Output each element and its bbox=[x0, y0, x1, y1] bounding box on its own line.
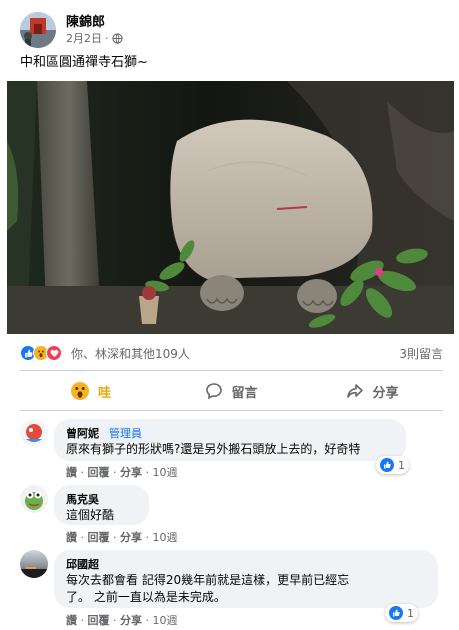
commenter-name[interactable]: 曾阿妮 bbox=[66, 426, 99, 441]
separator: · bbox=[80, 531, 85, 544]
comment-reply-link[interactable]: 回覆 bbox=[88, 531, 110, 544]
post-text: 中和區圓通禪寺石獅~ bbox=[20, 55, 148, 70]
commenter-name[interactable]: 馬克吳 bbox=[66, 492, 99, 507]
comment-icon bbox=[205, 382, 223, 400]
post-actions: 哇 留言 分享 bbox=[20, 373, 443, 409]
comment-like-link[interactable]: 讚 bbox=[66, 466, 77, 479]
separator: · bbox=[80, 466, 85, 479]
comment-share-link[interactable]: 分享 bbox=[120, 466, 142, 479]
post-header: 陳錦郎 2月2日 · bbox=[20, 10, 123, 50]
divider bbox=[20, 410, 443, 411]
comment-actions: 讚 · 回覆 · 分享 · 10週 bbox=[66, 531, 178, 545]
comment-text: 原來有獅子的形狀嗎?還是另外搬石頭放上去的，好奇特 bbox=[66, 442, 361, 456]
wow-label: 哇 bbox=[97, 385, 111, 401]
comment-text-line: 每次去都會看 記得20幾年前就是這樣，更早前已經忘 bbox=[66, 573, 350, 587]
comment-like-link[interactable]: 讚 bbox=[66, 531, 77, 544]
like-count: 1 bbox=[398, 458, 405, 472]
commenter-avatar[interactable] bbox=[20, 485, 48, 513]
comment-share-link[interactable]: 分享 bbox=[120, 531, 142, 544]
comment-count[interactable]: 3則留言 bbox=[399, 345, 443, 362]
globe-icon[interactable] bbox=[111, 33, 123, 44]
like-count: 1 bbox=[407, 606, 414, 620]
divider bbox=[20, 370, 443, 371]
reactions-row: 你、林深和其他109人 3則留言 bbox=[20, 343, 443, 363]
comment-bubble: 曾阿妮 管理員 原來有獅子的形狀嗎?還是另外搬石頭放上去的，好奇特 bbox=[54, 419, 406, 461]
separator: · bbox=[80, 614, 85, 627]
comment-share-link[interactable]: 分享 bbox=[120, 614, 142, 627]
comment-label: 留言 bbox=[231, 385, 258, 401]
separator: · bbox=[113, 466, 117, 479]
reaction-icons[interactable]: 你、林深和其他109人 bbox=[20, 345, 190, 362]
author-avatar[interactable] bbox=[20, 12, 56, 48]
admin-badge: 管理員 bbox=[105, 426, 146, 441]
meta-separator: · bbox=[105, 32, 109, 45]
comment-reaction-count[interactable]: 1 bbox=[385, 604, 418, 622]
love-icon bbox=[46, 345, 62, 361]
wow-icon bbox=[70, 381, 90, 401]
post-date[interactable]: 2月2日 bbox=[66, 31, 102, 46]
separator: · bbox=[145, 466, 150, 479]
author-name[interactable]: 陳錦郎 bbox=[66, 14, 123, 31]
separator: · bbox=[113, 614, 117, 627]
comment-time[interactable]: 10週 bbox=[153, 614, 178, 627]
commenter-name[interactable]: 邱國超 bbox=[66, 557, 99, 572]
separator: · bbox=[113, 531, 117, 544]
commenter-avatar[interactable] bbox=[20, 419, 48, 447]
wow-reaction-button[interactable]: 哇 bbox=[20, 373, 161, 409]
comment-like-link[interactable]: 讚 bbox=[66, 614, 77, 627]
separator: · bbox=[145, 531, 150, 544]
comment-time[interactable]: 10週 bbox=[153, 466, 178, 479]
comment-time[interactable]: 10週 bbox=[153, 531, 178, 544]
share-button[interactable]: 分享 bbox=[302, 373, 443, 409]
commenter-avatar[interactable] bbox=[20, 550, 48, 578]
comment-text: 這個好酷 bbox=[66, 508, 115, 522]
comment-bubble: 邱國超 每次去都會看 記得20幾年前就是這樣，更早前已經忘 了。 之前一直以為是… bbox=[54, 550, 438, 608]
share-label: 分享 bbox=[372, 385, 399, 401]
comment-actions: 讚 · 回覆 · 分享 · 10週 bbox=[66, 466, 178, 480]
post-meta: 2月2日 · bbox=[66, 31, 123, 46]
like-icon bbox=[380, 458, 394, 472]
comment-button[interactable]: 留言 bbox=[161, 373, 302, 409]
post-photo[interactable] bbox=[7, 81, 454, 334]
comment-actions: 讚 · 回覆 · 分享 · 10週 bbox=[66, 614, 178, 628]
reaction-summary[interactable]: 你、林深和其他109人 bbox=[71, 345, 190, 362]
comment-reaction-count[interactable]: 1 bbox=[376, 456, 409, 474]
like-icon bbox=[389, 606, 403, 620]
comment-reply-link[interactable]: 回覆 bbox=[88, 466, 110, 479]
comment-bubble: 馬克吳 這個好酷 bbox=[54, 485, 149, 525]
separator: · bbox=[145, 614, 150, 627]
comment-text-line: 了。 之前一直以為是未完成。 bbox=[66, 590, 226, 604]
share-icon bbox=[346, 382, 364, 400]
comment-reply-link[interactable]: 回覆 bbox=[88, 614, 110, 627]
